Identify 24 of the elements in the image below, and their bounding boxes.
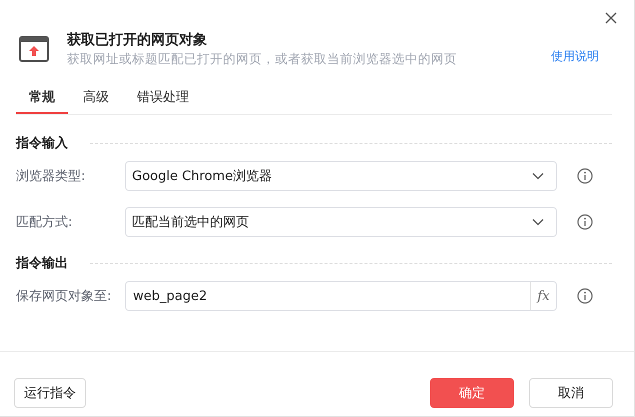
help-link[interactable]: 使用说明 xyxy=(551,48,599,64)
formula-button[interactable]: fx xyxy=(530,282,556,310)
dialog-title: 获取已打开的网页对象 xyxy=(67,30,208,50)
field-label: 浏览器类型: xyxy=(16,168,86,185)
section-heading: 指令输入 xyxy=(16,134,68,152)
dialog-description: 获取网址或标题匹配已打开的网页，或者获取当前浏览器选中的网页 xyxy=(67,50,458,68)
chevron-down-icon xyxy=(532,218,544,226)
run-button[interactable]: 运行指令 xyxy=(14,378,86,408)
input-field[interactable]: web_page2 xyxy=(126,288,530,304)
cancel-button[interactable]: 取消 xyxy=(529,378,613,408)
browser-window-icon xyxy=(19,36,49,62)
info-icon[interactable] xyxy=(577,168,593,184)
dropdown[interactable]: 匹配当前选中的网页 xyxy=(125,207,557,237)
close-icon[interactable] xyxy=(605,12,617,24)
tab[interactable]: 高级 xyxy=(70,86,122,114)
tab[interactable]: 错误处理 xyxy=(124,86,202,114)
info-icon[interactable] xyxy=(577,288,593,304)
field-label: 匹配方式: xyxy=(16,214,74,231)
field-label: 保存网页对象至: xyxy=(16,288,112,305)
section-heading: 指令输出 xyxy=(16,255,68,272)
tab[interactable]: 常规 xyxy=(16,86,68,114)
info-icon[interactable] xyxy=(577,214,593,230)
chevron-down-icon xyxy=(532,172,544,180)
dropdown[interactable]: Google Chrome浏览器 xyxy=(125,161,557,191)
